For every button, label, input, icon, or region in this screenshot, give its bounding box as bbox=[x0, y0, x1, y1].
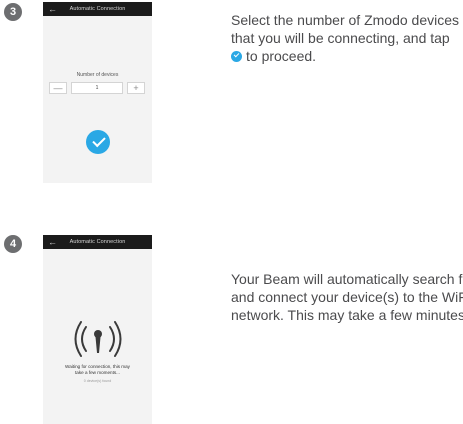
desc-line: that you will be connecting, and tap bbox=[231, 30, 450, 46]
desc-line: and connect your device(s) to the WiFi bbox=[231, 289, 463, 305]
back-arrow-icon[interactable]: ← bbox=[48, 2, 57, 16]
increment-button[interactable]: + bbox=[127, 82, 145, 94]
step-number: 4 bbox=[9, 238, 17, 250]
device-count-value[interactable]: 1 bbox=[71, 82, 123, 94]
app-header: ← Automatic Connection bbox=[43, 2, 152, 16]
devices-found-count: 0 device(s) found bbox=[83, 379, 112, 383]
number-of-devices-label: Number of devices bbox=[76, 72, 119, 78]
decrement-button[interactable]: — bbox=[49, 82, 67, 94]
device-count-stepper: — 1 + bbox=[49, 82, 145, 94]
confirm-check-icon[interactable] bbox=[86, 130, 110, 154]
step-3-badge: 3 bbox=[4, 3, 22, 21]
step-3-description: Select the number of Zmodo devices that … bbox=[231, 11, 463, 65]
step-4-badge: 4 bbox=[4, 235, 22, 253]
waiting-line: take a few moments... bbox=[75, 370, 120, 375]
screen-title: Automatic Connection bbox=[69, 6, 126, 12]
step-4-description: Your Beam will automatically search for … bbox=[231, 270, 463, 324]
desc-line: Your Beam will automatically search for bbox=[231, 271, 463, 287]
screen-title: Automatic Connection bbox=[69, 239, 126, 245]
phone-screen-step-4: ← Automatic Connection Waiting for conne… bbox=[43, 235, 152, 424]
waiting-message: Waiting for connection, this may take a … bbox=[43, 364, 152, 376]
step-number: 3 bbox=[9, 6, 17, 18]
app-header: ← Automatic Connection bbox=[43, 235, 152, 249]
desc-line: to proceed. bbox=[231, 47, 463, 65]
phone-screen-step-3: ← Automatic Connection Number of devices… bbox=[43, 2, 152, 183]
desc-line: network. This may take a few minutes. bbox=[231, 307, 463, 323]
desc-line-text: to proceed. bbox=[246, 48, 317, 64]
check-circle-icon bbox=[231, 51, 242, 62]
desc-line: Select the number of Zmodo devices bbox=[231, 12, 460, 28]
back-arrow-icon[interactable]: ← bbox=[48, 235, 57, 249]
wifi-signal-icon bbox=[74, 321, 122, 357]
